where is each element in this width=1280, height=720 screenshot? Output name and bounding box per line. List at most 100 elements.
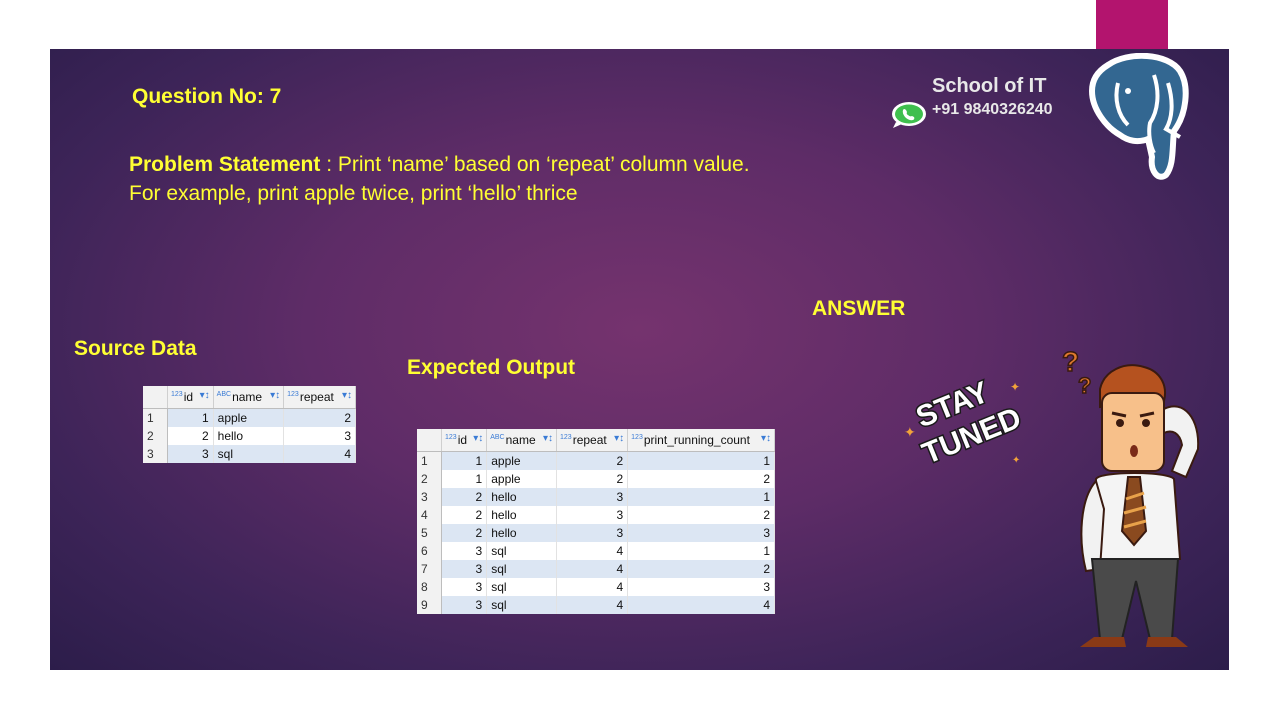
column-header-id[interactable]: 123id ▾↕ bbox=[441, 429, 488, 452]
row-number: 9 bbox=[417, 596, 442, 614]
question-title: Question No: 7 bbox=[132, 85, 282, 108]
cell-print-running-count: 1 bbox=[627, 488, 775, 506]
cell-id: 3 bbox=[441, 596, 488, 614]
table-row[interactable]: 1 1 apple 2 bbox=[143, 408, 356, 427]
cell-id: 3 bbox=[441, 578, 488, 596]
table-row[interactable]: 2 2 hello 3 bbox=[143, 427, 356, 445]
row-number: 2 bbox=[143, 427, 168, 445]
column-name: id bbox=[183, 390, 194, 404]
cell-print-running-count: 3 bbox=[627, 524, 775, 542]
filter-sort-icon[interactable]: ▾↕ bbox=[543, 433, 553, 444]
table-row[interactable]: 4 2 hello 3 2 bbox=[417, 506, 775, 524]
svg-text:✦: ✦ bbox=[1010, 380, 1020, 394]
filter-sort-icon[interactable]: ▾↕ bbox=[342, 390, 352, 401]
cell-id: 3 bbox=[167, 445, 214, 463]
table-row[interactable]: 2 1 apple 2 2 bbox=[417, 470, 775, 488]
row-number: 3 bbox=[143, 445, 168, 463]
table-row[interactable]: 9 3 sql 4 4 bbox=[417, 596, 775, 614]
row-number: 3 bbox=[417, 488, 442, 506]
svg-text:?: ? bbox=[1062, 349, 1079, 377]
table-row[interactable]: 8 3 sql 4 3 bbox=[417, 578, 775, 596]
row-number-header bbox=[143, 386, 168, 409]
cell-name: sql bbox=[486, 560, 558, 578]
cell-name: hello bbox=[486, 488, 558, 506]
column-name: repeat bbox=[299, 390, 334, 404]
answer-label: ANSWER bbox=[812, 297, 906, 320]
column-name: print_running_count bbox=[643, 433, 750, 447]
cell-repeat: 2 bbox=[556, 451, 629, 470]
column-type-icon: ABC bbox=[490, 434, 505, 441]
table-row[interactable]: 7 3 sql 4 2 bbox=[417, 560, 775, 578]
column-type-icon: 123 bbox=[171, 391, 183, 398]
cell-id: 2 bbox=[441, 488, 488, 506]
stay-tuned-sticker: STAY TUNED ✦ ✦ ✦ bbox=[904, 374, 1027, 471]
column-name: id bbox=[457, 433, 468, 447]
cell-repeat: 2 bbox=[556, 470, 629, 488]
filter-sort-icon[interactable]: ▾↕ bbox=[473, 433, 483, 444]
row-number: 1 bbox=[417, 451, 442, 470]
cell-repeat: 4 bbox=[556, 578, 629, 596]
svg-text:✦: ✦ bbox=[904, 424, 916, 440]
cell-id: 2 bbox=[441, 524, 488, 542]
cell-name: hello bbox=[213, 427, 285, 445]
svg-text:✦: ✦ bbox=[1012, 455, 1020, 466]
column-header-print-running-count[interactable]: 123print_running_count ▾↕ bbox=[627, 429, 775, 452]
column-type-icon: 123 bbox=[445, 434, 457, 441]
table-row[interactable]: 3 3 sql 4 bbox=[143, 445, 356, 463]
row-number: 6 bbox=[417, 542, 442, 560]
row-number-header bbox=[417, 429, 442, 452]
source-data-label: Source Data bbox=[74, 337, 197, 360]
postgresql-elephant-icon bbox=[1088, 53, 1189, 180]
column-name: repeat bbox=[572, 433, 607, 447]
table-row[interactable]: 3 2 hello 3 1 bbox=[417, 488, 775, 506]
cell-print-running-count: 1 bbox=[627, 542, 775, 560]
row-number: 2 bbox=[417, 470, 442, 488]
cell-print-running-count: 2 bbox=[627, 470, 775, 488]
expected-output-label: Expected Output bbox=[407, 356, 576, 379]
cell-name: sql bbox=[486, 596, 558, 614]
cell-id: 3 bbox=[441, 542, 488, 560]
cell-id: 3 bbox=[441, 560, 488, 578]
table-row[interactable]: 1 1 apple 2 1 bbox=[417, 451, 775, 470]
cell-name: apple bbox=[486, 470, 558, 488]
slide: Question No: 7 Problem Statement : Print… bbox=[50, 49, 1229, 670]
cell-name: hello bbox=[486, 524, 558, 542]
thinking-man-illustration: ? ? bbox=[1061, 349, 1200, 647]
cell-id: 2 bbox=[167, 427, 214, 445]
row-number: 7 bbox=[417, 560, 442, 578]
column-type-icon: 123 bbox=[287, 391, 299, 398]
brand-phone: +91 9840326240 bbox=[932, 101, 1053, 118]
filter-sort-icon[interactable]: ▾↕ bbox=[200, 390, 210, 401]
column-name: name bbox=[505, 433, 536, 447]
cell-id: 2 bbox=[441, 506, 488, 524]
column-header-repeat[interactable]: 123repeat ▾↕ bbox=[556, 429, 629, 452]
column-header-id[interactable]: 123id ▾↕ bbox=[167, 386, 214, 409]
cell-name: sql bbox=[486, 542, 558, 560]
column-header-name[interactable]: ABCname ▾↕ bbox=[486, 429, 558, 452]
filter-sort-icon[interactable]: ▾↕ bbox=[761, 433, 771, 444]
cell-id: 1 bbox=[167, 408, 214, 427]
column-name: name bbox=[232, 390, 263, 404]
cell-print-running-count: 3 bbox=[627, 578, 775, 596]
svg-text:?: ? bbox=[1078, 373, 1091, 398]
table-row[interactable]: 6 3 sql 4 1 bbox=[417, 542, 775, 560]
cell-repeat: 3 bbox=[556, 506, 629, 524]
column-type-icon: 123 bbox=[560, 434, 572, 441]
cell-id: 1 bbox=[441, 470, 488, 488]
column-header-repeat[interactable]: 123repeat ▾↕ bbox=[283, 386, 356, 409]
cell-repeat: 2 bbox=[283, 408, 356, 427]
column-header-name[interactable]: ABCname ▾↕ bbox=[213, 386, 285, 409]
table-row[interactable]: 5 2 hello 3 3 bbox=[417, 524, 775, 542]
cell-name: apple bbox=[213, 408, 285, 427]
filter-sort-icon[interactable]: ▾↕ bbox=[614, 433, 624, 444]
cell-repeat: 3 bbox=[556, 524, 629, 542]
row-number: 8 bbox=[417, 578, 442, 596]
row-number: 4 bbox=[417, 506, 442, 524]
whatsapp-icon bbox=[892, 102, 926, 128]
cell-print-running-count: 4 bbox=[627, 596, 775, 614]
filter-sort-icon[interactable]: ▾↕ bbox=[270, 390, 280, 401]
expected-output-table: 123id ▾↕ ABCname ▾↕ 123repeat ▾↕ 123print_runn… bbox=[417, 429, 775, 614]
cell-name: sql bbox=[486, 578, 558, 596]
row-number: 1 bbox=[143, 408, 168, 427]
source-data-table: 123id ▾↕ ABCname ▾↕ 123repeat ▾↕ 1 1 apple 2 2 2 he… bbox=[143, 386, 356, 463]
